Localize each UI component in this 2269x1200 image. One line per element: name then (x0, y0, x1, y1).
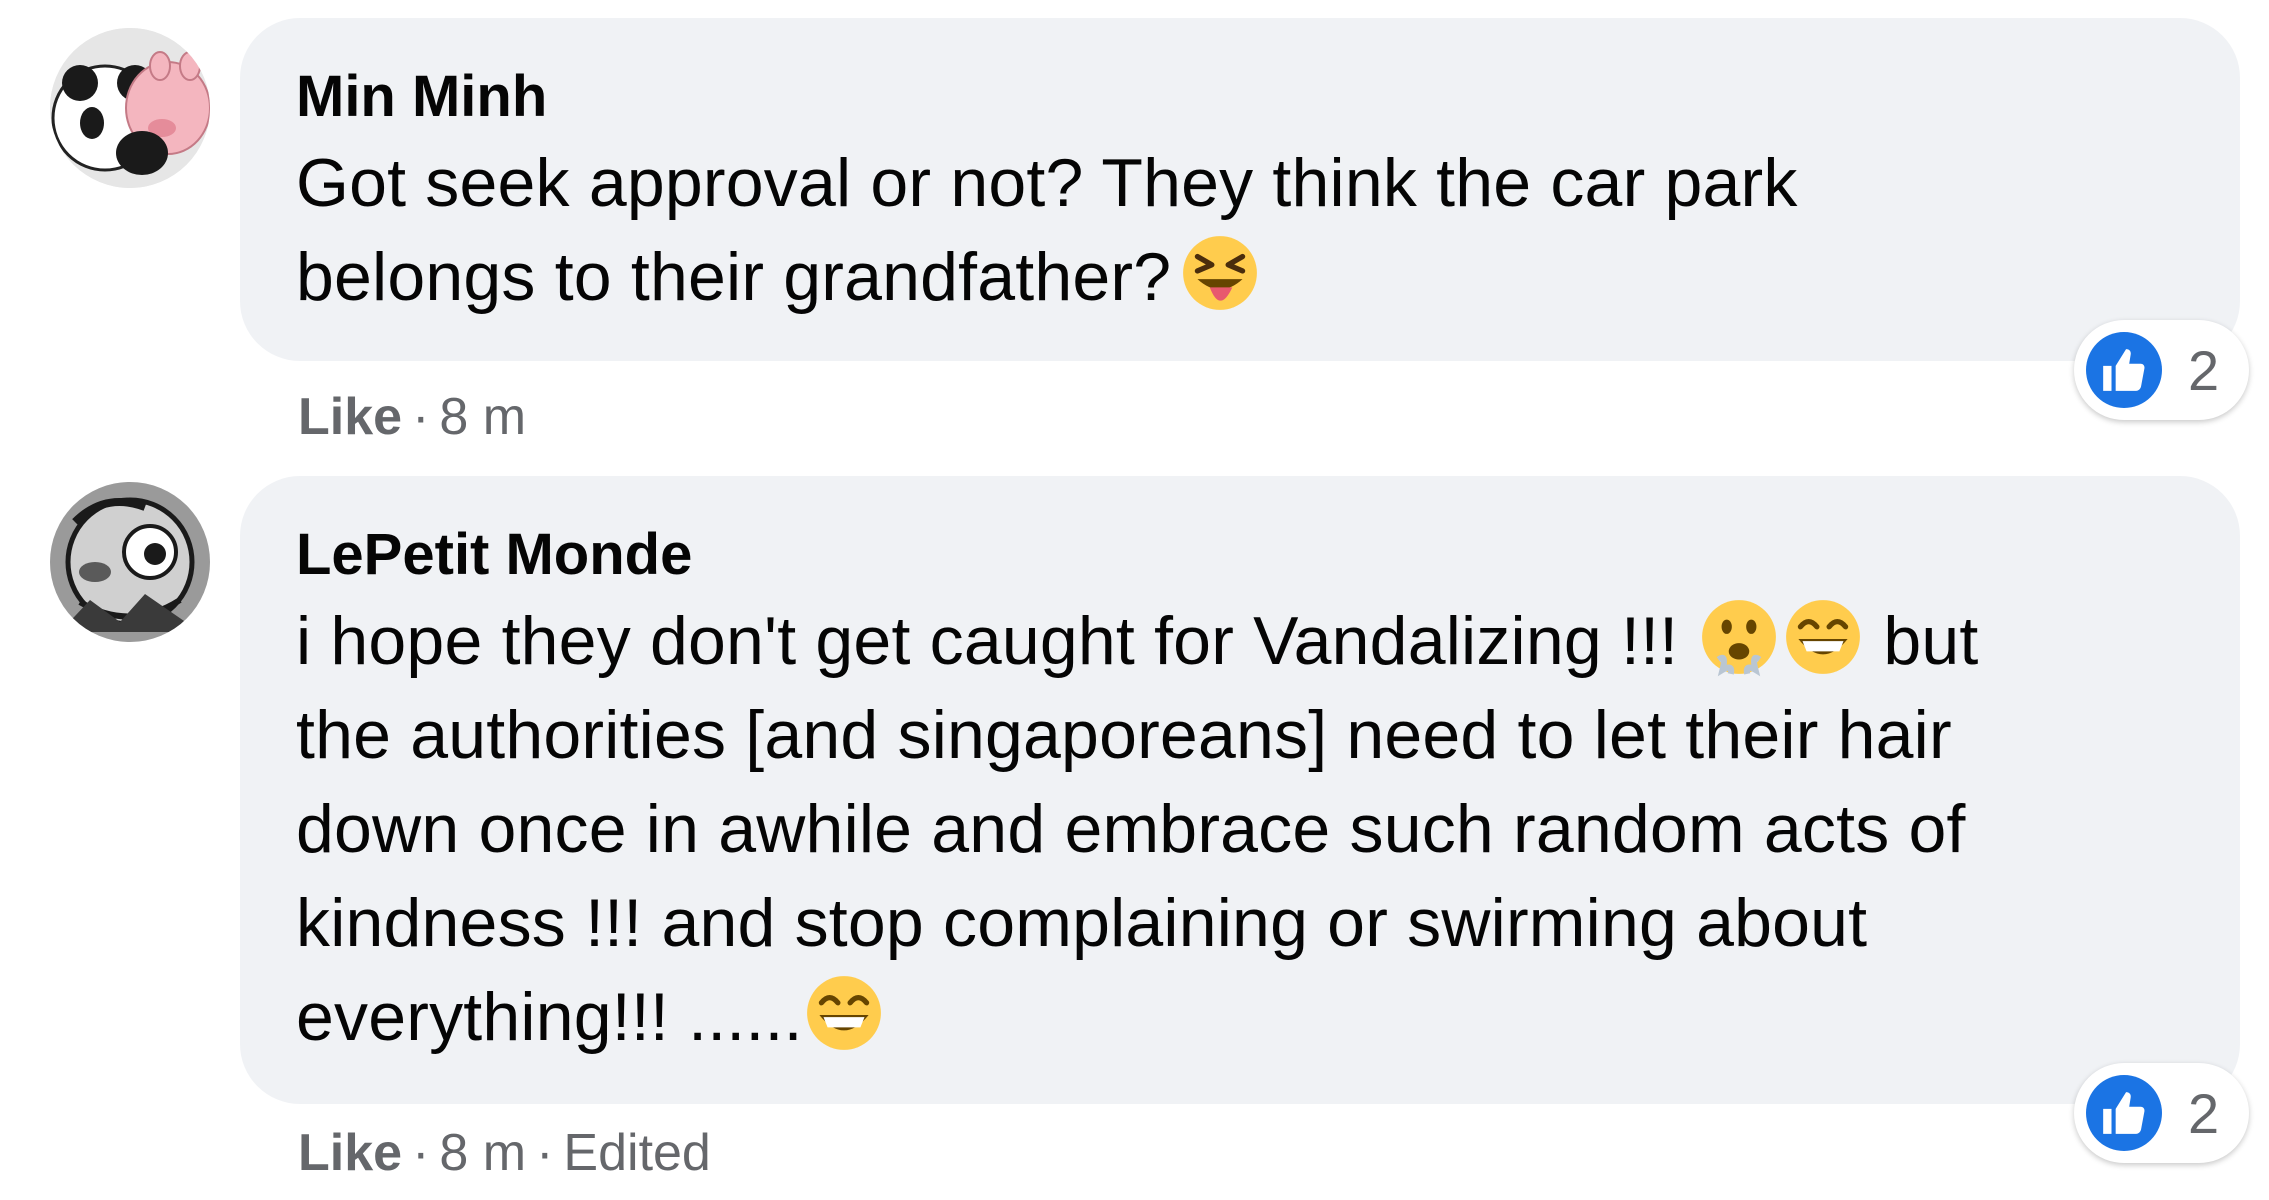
edited-label[interactable]: Edited (563, 1124, 710, 1182)
comment-text: Got seek approval or not? They think the… (296, 136, 2184, 324)
comment-line-text: but (1883, 603, 1979, 679)
comment-timestamp[interactable]: 8 m (439, 388, 526, 446)
like-reaction-icon (2086, 332, 2162, 408)
comment-line-text: everything!!! ...... (296, 979, 803, 1055)
comment-line: down once in awhile and embrace such ran… (296, 791, 1966, 867)
reaction-count: 2 (2188, 1081, 2220, 1145)
comment-line: the authorities [and singaporeans] need … (296, 697, 1952, 773)
separator: · (412, 1124, 430, 1182)
grinning-emoji (803, 972, 885, 1054)
like-button[interactable]: Like (298, 388, 402, 446)
comment-line: everything!!! ...... (296, 970, 2184, 1064)
comment-line-text: belongs to their grandfather? (296, 239, 1172, 315)
comment-line: belongs to their grandfather? (296, 230, 2184, 324)
comment-bubble: LePetit Monde i hope they don't get caug… (240, 476, 2240, 1104)
comment-line: kindness !!! and stop complaining or swi… (296, 885, 1868, 961)
avatar[interactable] (50, 28, 210, 188)
grinning-emoji (1782, 596, 1864, 678)
panda-pig-avatar-icon (50, 28, 210, 188)
comment-actions: Like · 8 m (298, 382, 526, 452)
face-with-steam-emoji (1698, 596, 1780, 678)
comment-actions: Like · 8 m · Edited (298, 1118, 711, 1188)
comment-author[interactable]: LePetit Monde (296, 516, 2184, 594)
squinting-tongue-emoji (1179, 232, 1261, 314)
comment-line: i hope they don't get caught for Vandali… (296, 594, 2184, 688)
comment-text: i hope they don't get caught for Vandali… (296, 594, 2184, 1064)
separator: · (536, 1124, 554, 1182)
comment-line: Got seek approval or not? They think the… (296, 145, 1798, 221)
comment-line-text: i hope they don't get caught for Vandali… (296, 603, 1679, 679)
cartoon-avatar-icon (50, 482, 210, 642)
comment-author[interactable]: Min Minh (296, 58, 2184, 136)
reaction-summary[interactable]: 2 (2074, 1063, 2249, 1163)
reaction-summary[interactable]: 2 (2074, 320, 2249, 420)
comment-bubble: Min Minh Got seek approval or not? They … (240, 18, 2240, 361)
like-reaction-icon (2086, 1075, 2162, 1151)
avatar[interactable] (50, 482, 210, 642)
reaction-count: 2 (2188, 338, 2220, 402)
like-button[interactable]: Like (298, 1124, 402, 1182)
comment-timestamp[interactable]: 8 m (439, 1124, 526, 1182)
separator: · (412, 388, 430, 446)
